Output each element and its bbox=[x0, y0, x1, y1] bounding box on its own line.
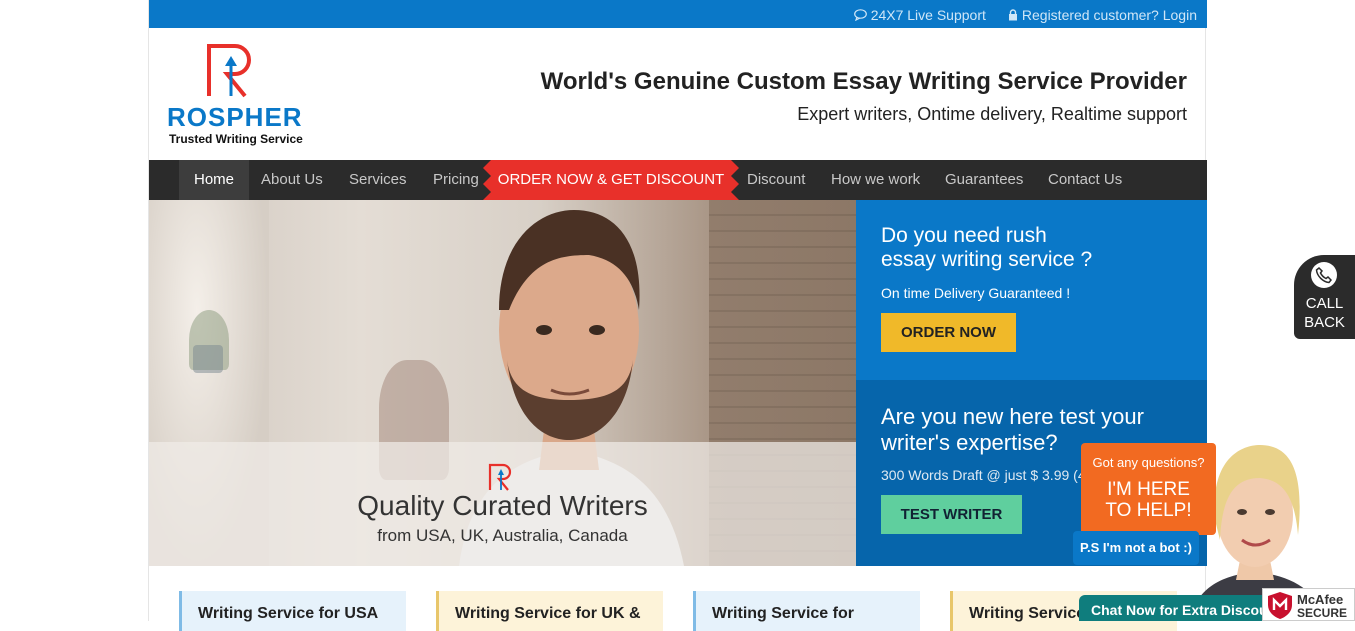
test-writer-button[interactable]: TEST WRITER bbox=[881, 495, 1022, 534]
chat-icon bbox=[853, 9, 867, 21]
nav-services[interactable]: Services bbox=[334, 160, 422, 200]
nav-order-now-discount-button[interactable]: ORDER NOW & GET DISCOUNT bbox=[483, 160, 739, 200]
card-writing-service-3[interactable]: Writing Service for bbox=[693, 591, 920, 631]
live-support-label: 24X7 Live Support bbox=[870, 7, 986, 23]
call-back-line2: BACK bbox=[1304, 314, 1345, 331]
page: 24X7 Live Support Registered customer? L… bbox=[148, 0, 1207, 631]
live-support-link[interactable]: 24X7 Live Support bbox=[853, 7, 986, 23]
hero-subtitle: from USA, UK, Australia, Canada bbox=[377, 526, 628, 545]
main-nav: Home About Us Services Pricing ORDER NOW… bbox=[149, 160, 1207, 200]
hero-title: Quality Curated Writers bbox=[357, 490, 648, 521]
card-writing-service-uk[interactable]: Writing Service for UK & bbox=[436, 591, 663, 631]
chat-help-line2: TO HELP! bbox=[1105, 500, 1192, 521]
nav-about-us[interactable]: About Us bbox=[246, 160, 338, 200]
rush-question-line2: essay writing service ? bbox=[881, 248, 1093, 271]
hero-caption: Quality Curated Writers from USA, UK, Au… bbox=[149, 442, 856, 566]
call-back-button[interactable]: CALL BACK bbox=[1294, 255, 1355, 339]
chat-help-bubble[interactable]: Got any questions? I'M HERE TO HELP! bbox=[1081, 443, 1216, 535]
brand-tagline: Trusted Writing Service bbox=[169, 132, 303, 146]
chat-question: Got any questions? bbox=[1092, 455, 1205, 470]
page-subheadline: Expert writers, Ontime delivery, Realtim… bbox=[797, 104, 1187, 124]
nav-guarantees[interactable]: Guarantees bbox=[930, 160, 1038, 200]
chat-help-text: I'M HERE TO HELP! bbox=[1081, 479, 1216, 521]
mcafee-shield-icon bbox=[1268, 592, 1292, 619]
rush-question: Do you need rush essay writing service ? bbox=[881, 224, 1092, 272]
mcafee-secure-badge[interactable]: McAfee SECURE bbox=[1262, 588, 1355, 621]
rush-note: On time Delivery Guaranteed ! bbox=[881, 285, 1071, 301]
order-now-button[interactable]: ORDER NOW bbox=[881, 313, 1016, 352]
card-writing-service-usa[interactable]: Writing Service for USA bbox=[179, 591, 406, 631]
nav-pricing[interactable]: Pricing bbox=[418, 160, 494, 200]
rush-question-line1: Do you need rush bbox=[881, 224, 1047, 247]
lock-icon bbox=[1008, 9, 1017, 21]
rospher-small-logo-icon bbox=[488, 463, 512, 491]
mcafee-line1: McAfee bbox=[1297, 592, 1344, 607]
nav-how-we-work[interactable]: How we work bbox=[816, 160, 935, 200]
service-cards: Writing Service for USA Writing Service … bbox=[179, 591, 1207, 631]
header: ROSPHER Trusted Writing Service World's … bbox=[149, 28, 1207, 160]
rospher-logo-mark-icon bbox=[207, 44, 251, 98]
chat-help-line1: I'M HERE bbox=[1107, 479, 1190, 500]
chat-now-button[interactable]: Chat Now for Extra Discount bbox=[1079, 595, 1269, 621]
login-label: Registered customer? Login bbox=[1021, 7, 1197, 23]
nav-contact-us[interactable]: Contact Us bbox=[1033, 160, 1137, 200]
logo[interactable]: ROSPHER Trusted Writing Service bbox=[167, 42, 307, 148]
brand-name: ROSPHER bbox=[167, 102, 303, 132]
mcafee-line2: SECURE bbox=[1297, 606, 1348, 620]
call-back-line1: CALL bbox=[1305, 295, 1344, 312]
top-bar: 24X7 Live Support Registered customer? L… bbox=[149, 0, 1207, 28]
login-link[interactable]: Registered customer? Login bbox=[1008, 7, 1197, 23]
rush-service-panel: Do you need rush essay writing service ?… bbox=[856, 200, 1207, 380]
hero-banner: Quality Curated Writers from USA, UK, Au… bbox=[149, 200, 856, 566]
nav-discount[interactable]: Discount bbox=[732, 160, 820, 200]
test-question-line1: Are you new here test your bbox=[881, 404, 1144, 429]
phone-icon bbox=[1311, 262, 1337, 288]
hero-pot-image bbox=[193, 345, 223, 373]
nav-home[interactable]: Home bbox=[179, 160, 250, 200]
chat-bot-note[interactable]: P.S I'm not a bot :) bbox=[1073, 531, 1199, 565]
page-headline: World's Genuine Custom Essay Writing Ser… bbox=[540, 68, 1187, 95]
test-note: 300 Words Draft @ just $ 3.99 (4 bbox=[881, 467, 1086, 483]
